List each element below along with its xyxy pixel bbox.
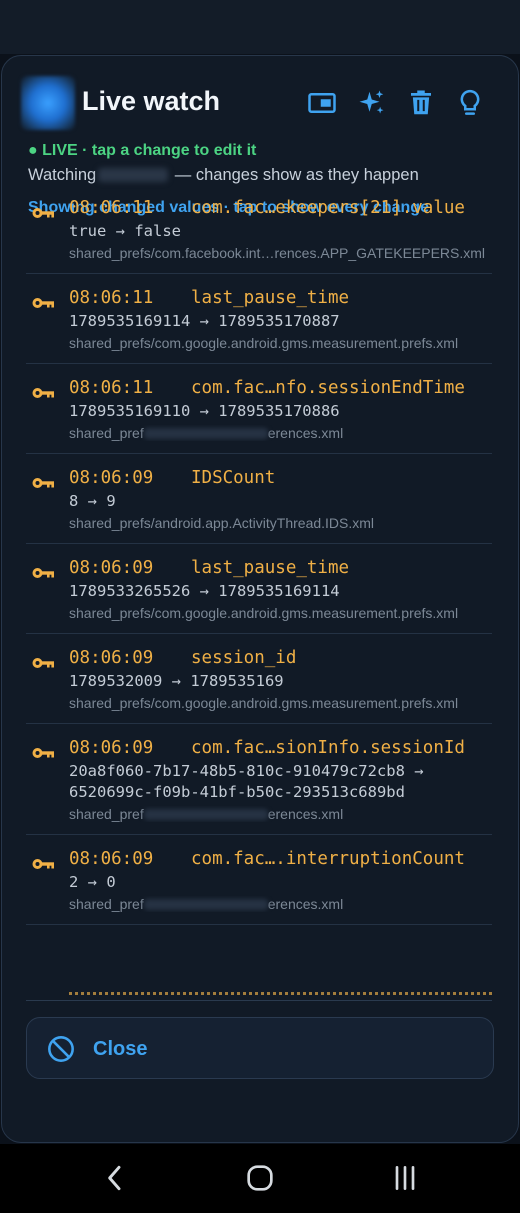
page-title: Live watch [82, 86, 221, 116]
app-icon [21, 76, 75, 130]
watching-prefix: Watching [28, 166, 97, 184]
clear-button[interactable] [404, 86, 438, 120]
navigation-bar [0, 1144, 520, 1213]
change-item[interactable]: 08:06:09 IDSCount 8 → 9 shared_prefs/androi… [26, 454, 492, 544]
redacted-package [98, 168, 169, 182]
change-path: shared_prefs/com.google.android.gms.meas… [69, 335, 492, 351]
change-item[interactable]: 08:06:11 last_pause_time 1789535169114 → 1… [26, 274, 492, 364]
change-key: last_pause_time [191, 288, 350, 308]
key-icon [32, 386, 54, 400]
change-key: last_pause_time [191, 558, 350, 578]
change-header: 08:06:09 IDSCount [69, 468, 492, 488]
change-path: shared_prefs/com.google.android.gms.meas… [69, 605, 492, 621]
file-path-start: shared_pref [69, 896, 144, 912]
file-path-end: erences.xml [267, 425, 344, 441]
file-path: shared_prefs/com.google.android.gms.meas… [69, 695, 459, 711]
change-time: 08:06:09 [69, 849, 154, 869]
change-key: com.fac…ekeepers[21].value [191, 198, 465, 218]
change-path: shared_pref erences.xml [69, 806, 492, 822]
change-values: 1789532009 → 1789535169 [69, 672, 284, 690]
watching-suffix: — changes show as they happen [174, 166, 419, 184]
file-path-end: erences.xml [267, 896, 344, 912]
change-time: 08:06:09 [69, 738, 154, 758]
file-path-end: erences.xml [267, 806, 344, 822]
recents-button[interactable] [385, 1160, 425, 1196]
change-key: session_id [191, 648, 297, 668]
change-item[interactable]: 08:06:09 com.fac…sionInfo.sessionId 20a8f0… [26, 724, 492, 835]
key-icon [32, 746, 54, 760]
watching-text: Watching — changes show as they happen [28, 166, 419, 185]
key-icon [32, 857, 54, 871]
redacted-path [143, 809, 268, 820]
change-values: 1789533265526 → 1789535169114 [69, 582, 340, 600]
file-path: shared_prefs/com.facebook.int…rences.APP… [69, 245, 486, 261]
block-icon [48, 1036, 74, 1062]
change-key: com.fac….interruptionCount [191, 849, 465, 869]
picture-in-picture-icon [308, 93, 336, 113]
change-values: 2 → 0 [69, 873, 116, 891]
trash-icon [411, 90, 431, 115]
change-item[interactable]: 08:06:09 last_pause_time 1789533265526 → 1… [26, 544, 492, 634]
redacted-path [143, 899, 268, 910]
change-item[interactable]: 08:06:09 session_id 1789532009 → 178953516… [26, 634, 492, 724]
home-icon [247, 1165, 273, 1191]
tips-button[interactable] [453, 86, 487, 120]
picture-in-picture-button[interactable] [305, 86, 339, 120]
back-icon [108, 1165, 121, 1191]
status-bar [0, 0, 520, 54]
recents-icon [395, 1166, 415, 1190]
change-path: shared_pref erences.xml [69, 896, 492, 912]
change-values: true → false [69, 222, 181, 240]
change-item[interactable]: 08:06:11 com.fac…nfo.sessionEndTime 178953… [26, 364, 492, 454]
change-time: 08:06:09 [69, 468, 154, 488]
key-icon [32, 206, 54, 220]
lightbulb-icon [460, 89, 480, 115]
change-header: 08:06:09 last_pause_time [69, 558, 492, 578]
close-label: Close [93, 1038, 148, 1060]
change-header: 08:06:09 session_id [69, 648, 492, 668]
change-time: 08:06:09 [69, 558, 154, 578]
change-values: 8 → 9 [69, 492, 116, 510]
change-key: com.fac…nfo.sessionEndTime [191, 378, 465, 398]
file-path: shared_prefs/com.google.android.gms.meas… [69, 335, 459, 351]
change-item[interactable]: 08:06:11 com.fac…ekeepers[21].value true →… [26, 184, 492, 274]
change-time: 08:06:09 [69, 648, 154, 668]
change-values: 1789535169114 → 1789535170887 [69, 312, 340, 330]
change-values: 1789535169110 → 1789535170886 [69, 402, 340, 420]
sparkles-icon [359, 90, 384, 114]
file-path-start: shared_pref [69, 806, 144, 822]
partial-list-item [26, 985, 492, 997]
key-icon [32, 566, 54, 580]
change-header: 08:06:09 com.fac…sionInfo.sessionId [69, 738, 492, 758]
change-time: 08:06:11 [69, 198, 154, 218]
redacted-path [143, 428, 268, 439]
change-time: 08:06:11 [69, 378, 154, 398]
list-divider [26, 1000, 492, 1004]
back-button[interactable] [95, 1160, 135, 1196]
key-icon [32, 476, 54, 490]
file-path: shared_prefs/android.app.ActivityThread.… [69, 515, 375, 531]
file-path-start: shared_pref [69, 425, 144, 441]
change-path: shared_prefs/android.app.ActivityThread.… [69, 515, 492, 531]
changes-list[interactable]: 08:06:11 com.fac…ekeepers[21].value true →… [26, 184, 492, 998]
change-values: 20a8f060-7b17-48b5-810c-910479c72cb8 → 6… [69, 762, 424, 801]
change-header: 08:06:11 com.fac…nfo.sessionEndTime [69, 378, 492, 398]
change-path: shared_prefs/com.google.android.gms.meas… [69, 695, 492, 711]
ai-assist-button[interactable] [355, 86, 389, 120]
change-header: 08:06:11 last_pause_time [69, 288, 492, 308]
close-button[interactable]: Close [26, 1017, 494, 1079]
key-icon [32, 296, 54, 310]
change-item[interactable]: 08:06:09 com.fac….interruptionCount 2 → 0 s… [26, 835, 492, 925]
change-header: 08:06:09 com.fac….interruptionCount [69, 849, 492, 869]
file-path: shared_prefs/com.google.android.gms.meas… [69, 605, 459, 621]
home-button[interactable] [240, 1160, 280, 1196]
key-icon [32, 656, 54, 670]
change-header: 08:06:11 com.fac…ekeepers[21].value [69, 198, 492, 218]
change-path: shared_prefs/com.facebook.int…rences.APP… [69, 245, 492, 261]
live-status: ● LIVE · tap a change to edit it [28, 142, 257, 159]
change-time: 08:06:11 [69, 288, 154, 308]
change-key: IDSCount [191, 468, 276, 488]
change-path: shared_pref erences.xml [69, 425, 492, 441]
change-key: com.fac…sionInfo.sessionId [191, 738, 465, 758]
